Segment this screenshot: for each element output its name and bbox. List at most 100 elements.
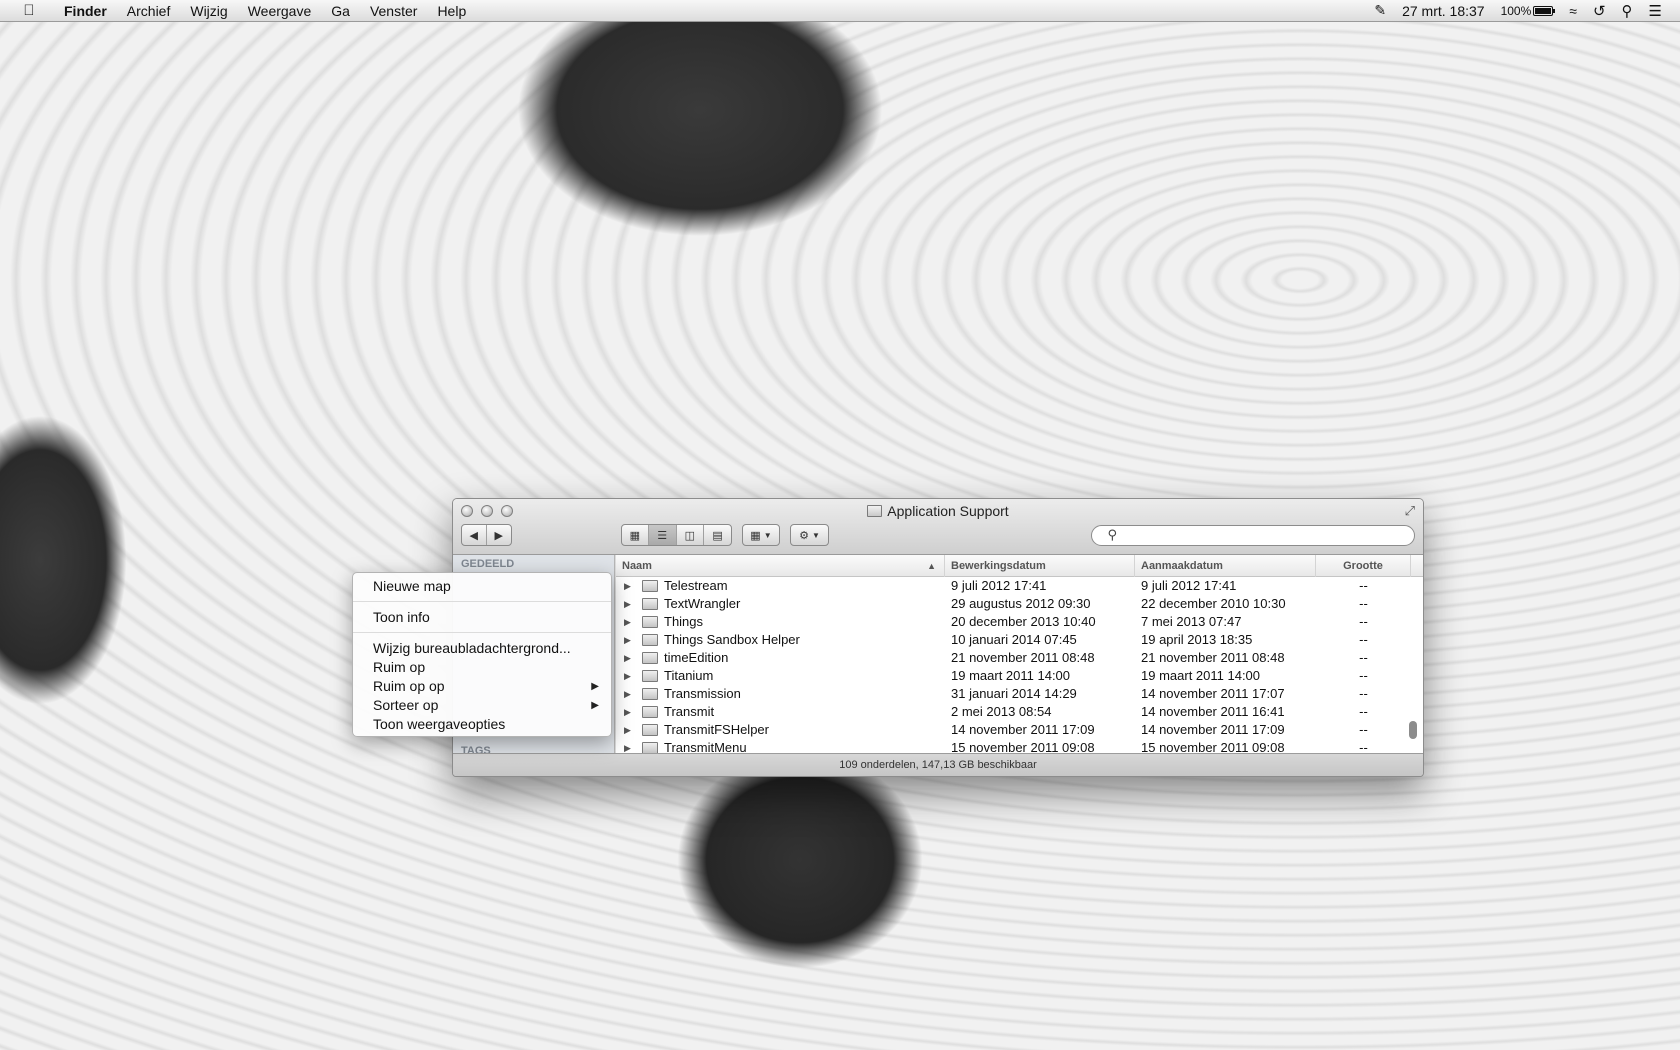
folder-icon — [642, 616, 658, 628]
menu-item-sort-by[interactable]: Sorteer op ▶ — [353, 696, 611, 715]
disclosure-triangle-icon[interactable]: ▶ — [624, 667, 634, 685]
cell-created: 19 april 2013 18:35 — [1141, 632, 1253, 647]
column-view-icon: ◫ — [684, 529, 696, 542]
folder-icon — [867, 505, 883, 517]
cell-size: -- — [1359, 578, 1368, 593]
submenu-arrow-icon: ▶ — [591, 681, 599, 692]
window-titlebar[interactable]: Application Support ⤢ ◀ ▶ ▦ ☰ ◫ ▤ ▦ ▼ ⚙ … — [453, 499, 1423, 555]
menu-ga[interactable]: Ga — [321, 0, 360, 22]
apple-icon[interactable]:  — [18, 2, 40, 19]
table-row[interactable]: ▶ TransmitFSHelper 14 november 2011 17:09 1… — [616, 721, 1423, 739]
cell-size: -- — [1359, 632, 1368, 647]
cell-modified: 9 juli 2012 17:41 — [951, 578, 1047, 593]
search-input[interactable] — [1091, 525, 1415, 546]
battery-percent: 100% — [1500, 3, 1532, 18]
arrange-grid-icon: ▦ — [750, 529, 761, 542]
window-toolbar: ◀ ▶ ▦ ☰ ◫ ▤ ▦ ▼ ⚙ ▼ ⚲ — [461, 524, 1415, 548]
coverflow-view-icon: ▤ — [712, 529, 723, 542]
cell-name: Transmission — [664, 686, 741, 701]
cell-created: 19 maart 2011 14:00 — [1141, 668, 1261, 683]
menubar-clock[interactable]: 27 mrt. 18:37 — [1402, 3, 1485, 19]
cell-modified: 31 januari 2014 14:29 — [951, 686, 1077, 701]
cell-modified: 10 januari 2014 07:45 — [951, 632, 1077, 647]
wifi-icon[interactable]: ≈ — [1569, 3, 1577, 19]
battery-level — [1535, 7, 1552, 14]
folder-icon — [642, 706, 658, 718]
cell-name: Titanium — [664, 668, 714, 683]
forward-button[interactable]: ▶ — [487, 525, 511, 545]
chevron-down-icon: ▼ — [763, 530, 772, 540]
folder-icon — [642, 670, 658, 682]
cell-name: Telestream — [664, 578, 728, 593]
folder-icon — [642, 580, 658, 592]
cell-name: TransmitFSHelper — [664, 722, 769, 737]
table-row[interactable]: ▶ timeEdition 21 november 2011 08:48 21 nov… — [616, 649, 1423, 667]
search-icon: ⚲ — [1107, 527, 1117, 542]
cell-created: 9 juli 2012 17:41 — [1141, 578, 1237, 593]
icon-view-button[interactable]: ▦ — [622, 525, 649, 545]
table-header: Naam ▲ Bewerkingsdatum Aanmaakdatum Groo… — [616, 555, 1423, 577]
cell-created: 7 mei 2013 07:47 — [1141, 614, 1242, 629]
notification-center-icon[interactable]: ☰ — [1649, 2, 1662, 20]
list-view-icon: ☰ — [657, 529, 668, 542]
table-row[interactable]: ▶ Telestream 9 juli 2012 17:41 9 juli 2012 … — [616, 577, 1423, 595]
table-row[interactable]: ▶ Transmission 31 januari 2014 14:29 14 nov… — [616, 685, 1423, 703]
cell-created: 14 november 2011 16:41 — [1141, 704, 1285, 719]
menu-item-new-folder[interactable]: Nieuwe map — [353, 577, 611, 596]
disclosure-triangle-icon[interactable]: ▶ — [624, 721, 634, 739]
cell-created: 22 december 2010 10:30 — [1141, 596, 1286, 611]
cell-created: 14 november 2011 17:07 — [1141, 686, 1285, 701]
column-header-created[interactable]: Aanmaakdatum — [1135, 555, 1316, 577]
menu-item-get-info[interactable]: Toon info — [353, 608, 611, 627]
disclosure-triangle-icon[interactable]: ▶ — [624, 703, 634, 721]
menu-item-view-options[interactable]: Toon weergaveopties — [353, 715, 611, 734]
column-header-name[interactable]: Naam ▲ — [616, 555, 945, 577]
cell-modified: 14 november 2011 17:09 — [951, 722, 1095, 737]
disclosure-triangle-icon[interactable]: ▶ — [624, 631, 634, 649]
chevron-down-icon: ▼ — [812, 530, 820, 540]
time-machine-icon[interactable]: ↺ — [1593, 2, 1606, 20]
fullscreen-icon[interactable]: ⤢ — [1405, 503, 1415, 519]
disclosure-triangle-icon[interactable]: ▶ — [624, 649, 634, 667]
menu-weergave[interactable]: Weergave — [238, 0, 322, 22]
spotlight-icon[interactable]: ⚲ — [1622, 2, 1633, 20]
menu-wijzig[interactable]: Wijzig — [180, 0, 237, 22]
menu-item-change-background[interactable]: Wijzig bureaubladachtergrond... — [353, 639, 611, 658]
table-row[interactable]: ▶ Things Sandbox Helper 10 januari 2014 07… — [616, 631, 1423, 649]
cell-size: -- — [1359, 686, 1368, 701]
menu-help[interactable]: Help — [427, 0, 476, 22]
menu-item-clean-up[interactable]: Ruim op — [353, 658, 611, 677]
back-button[interactable]: ◀ — [462, 525, 487, 545]
table-row[interactable]: ▶ TextWrangler 29 augustus 2012 09:30 22 de… — [616, 595, 1423, 613]
disclosure-triangle-icon[interactable]: ▶ — [624, 685, 634, 703]
battery-icon — [1533, 5, 1556, 16]
column-header-modified[interactable]: Bewerkingsdatum — [945, 555, 1135, 577]
icon-view-icon: ▦ — [629, 529, 641, 542]
cell-modified: 29 augustus 2012 09:30 — [951, 596, 1091, 611]
cell-created: 21 november 2011 08:48 — [1141, 650, 1285, 665]
action-button[interactable]: ⚙ ▼ — [790, 524, 829, 546]
folder-icon — [642, 652, 658, 664]
disclosure-triangle-icon[interactable]: ▶ — [624, 577, 634, 595]
menu-venster[interactable]: Venster — [360, 0, 427, 22]
vertical-scrollbar[interactable] — [1409, 721, 1417, 739]
list-view-button[interactable]: ☰ — [648, 525, 677, 545]
menu-finder[interactable]: Finder — [54, 0, 117, 22]
disclosure-triangle-icon[interactable]: ▶ — [624, 613, 634, 631]
menu-archief[interactable]: Archief — [117, 0, 181, 22]
battery-status[interactable]: 100% — [1500, 3, 1556, 18]
menu-item-clean-up-by[interactable]: Ruim op op ▶ — [353, 677, 611, 696]
coverflow-view-button[interactable]: ▤ — [704, 525, 731, 545]
column-header-size[interactable]: Grootte — [1316, 555, 1411, 577]
folder-icon — [642, 634, 658, 646]
arrange-button[interactable]: ▦ ▼ — [742, 524, 780, 546]
cell-size: -- — [1359, 704, 1368, 719]
column-view-button[interactable]: ◫ — [677, 525, 705, 545]
cell-name: TextWrangler — [664, 596, 741, 611]
disclosure-triangle-icon[interactable]: ▶ — [624, 595, 634, 613]
table-row[interactable]: ▶ Titanium 19 maart 2011 14:00 19 maart 201… — [616, 667, 1423, 685]
table-row[interactable]: ▶ Transmit 2 mei 2013 08:54 14 november 201… — [616, 703, 1423, 721]
menu-bar:  Finder Archief Wijzig Weergave Ga Vens… — [0, 0, 1680, 22]
table-row[interactable]: ▶ Things 20 december 2013 10:40 7 mei 2013 … — [616, 613, 1423, 631]
pen-icon[interactable]: ✎ — [1374, 2, 1386, 19]
